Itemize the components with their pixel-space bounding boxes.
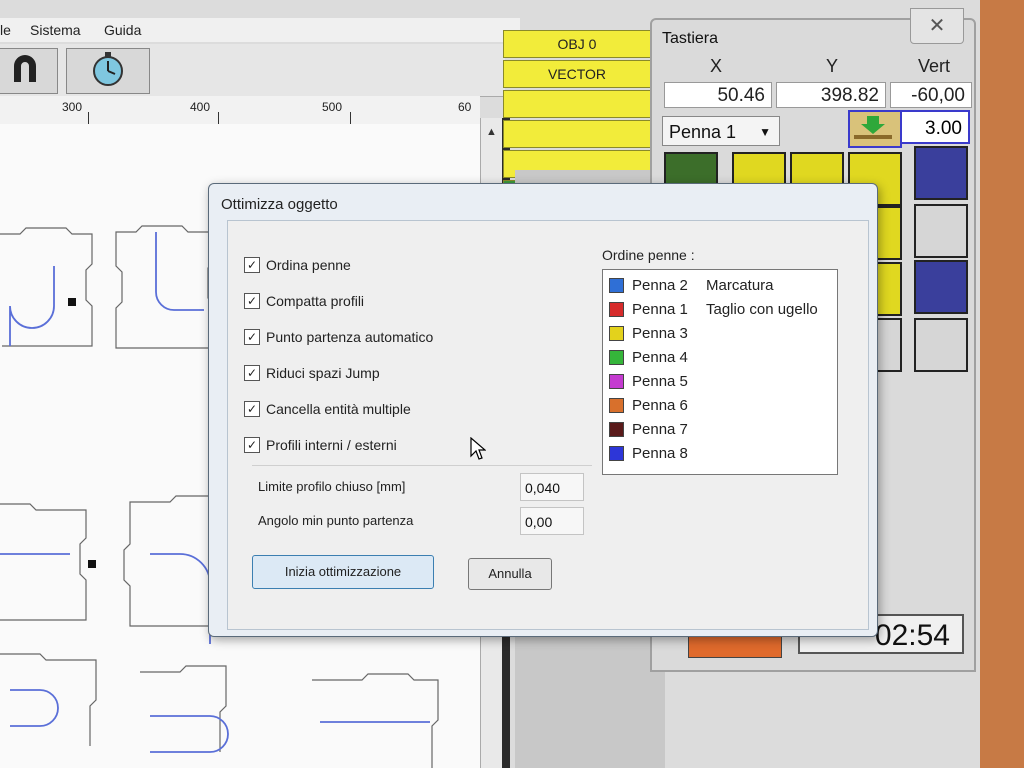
menu-bar: le Sistema Guida <box>0 18 520 42</box>
pen-name: Penna 5 <box>632 372 688 390</box>
pen-color-swatch <box>609 397 624 413</box>
ruler-label: 500 <box>322 100 343 114</box>
checkbox-checked-icon[interactable]: ✓ <box>244 401 260 417</box>
magnet-button[interactable] <box>0 48 58 94</box>
axis-label-vert: Vert <box>917 56 951 76</box>
mouse-cursor-icon <box>470 436 487 467</box>
pen-name: Penna 4 <box>632 348 688 366</box>
x-position-value: 50.46 <box>664 82 772 108</box>
laser-button[interactable] <box>914 318 968 372</box>
layer-item[interactable] <box>503 90 651 118</box>
dialog-body: ✓ Ordina penne ✓ Compatta profili ✓ Punt… <box>227 220 869 630</box>
zero-button[interactable] <box>914 204 968 258</box>
menu-item-sistema[interactable]: Sistema <box>30 22 81 38</box>
pen-name: Penna 7 <box>632 420 688 438</box>
pen-description: Marcatura <box>706 276 774 294</box>
separator <box>252 465 592 466</box>
pen-name: Penna 1 <box>632 300 688 318</box>
horizontal-ruler: 300 400 500 60 <box>0 96 480 125</box>
checkbox-checked-icon[interactable]: ✓ <box>244 329 260 345</box>
pen-color-swatch <box>609 373 624 389</box>
axis-label-y: Y <box>825 56 838 76</box>
checkbox-profili-interni[interactable]: ✓ Profili interni / esterni <box>244 437 397 453</box>
pens-order-title: Ordine penne : <box>602 247 695 263</box>
checkbox-riduci-spazi[interactable]: ✓ Riduci spazi Jump <box>244 365 380 381</box>
pen-color-swatch <box>609 421 624 437</box>
checkbox-label: Cancella entità multiple <box>266 401 411 417</box>
pen-name: Penna 6 <box>632 396 688 414</box>
pen-name: Penna 2 <box>632 276 688 294</box>
magnet-icon <box>8 52 42 91</box>
checkbox-ordina-penne[interactable]: ✓ Ordina penne <box>244 257 351 273</box>
checkbox-checked-icon[interactable]: ✓ <box>244 437 260 453</box>
pen-list-item[interactable]: Penna 5 <box>609 370 837 392</box>
application-window: le Sistema Guida 300 400 500 60 ▲ OBJ 0 … <box>0 0 980 768</box>
start-optimization-button[interactable]: Inizia ottimizzazione <box>252 555 434 589</box>
chevron-down-icon: ▼ <box>759 125 771 139</box>
pen-name: Penna 8 <box>632 444 688 462</box>
axis-label-x: X <box>709 56 722 76</box>
ruler-label: 300 <box>62 100 83 114</box>
pen-list-item[interactable]: Penna 2 Marcatura <box>609 274 837 296</box>
head-up-button[interactable] <box>914 260 968 314</box>
scroll-up-arrow-icon[interactable]: ▲ <box>486 126 497 138</box>
ruler-label: 60 <box>458 100 472 114</box>
stopwatch-icon <box>89 50 127 93</box>
pen-description: Taglio con ugello <box>706 300 818 318</box>
checkbox-checked-icon[interactable]: ✓ <box>244 257 260 273</box>
angolo-min-input[interactable]: 0,00 <box>520 507 584 535</box>
checkbox-compatta-profili[interactable]: ✓ Compatta profili <box>244 293 364 309</box>
pen-list-item[interactable]: Penna 8 <box>609 442 837 464</box>
limite-profilo-input[interactable]: 0,040 <box>520 473 584 501</box>
menu-item-file[interactable]: le <box>0 22 11 38</box>
layer-item[interactable]: OBJ 0 <box>503 30 651 58</box>
cancel-button[interactable]: Annulla <box>468 558 552 590</box>
timer-button[interactable] <box>66 48 150 94</box>
ruler-tick <box>350 112 351 124</box>
limite-profilo-label: Limite profilo chiuso [mm] <box>258 479 406 494</box>
pen-color-swatch <box>609 301 624 317</box>
pens-order-list[interactable]: Penna 2 Marcatura Penna 1 Taglio con uge… <box>602 269 838 475</box>
pen-select[interactable]: Penna 1 ▼ <box>662 116 780 146</box>
pen-color-swatch <box>609 445 624 461</box>
checkbox-punto-partenza[interactable]: ✓ Punto partenza automatico <box>244 329 433 345</box>
menu-item-guida[interactable]: Guida <box>104 22 141 38</box>
step-down-icon[interactable] <box>848 110 902 148</box>
checkbox-label: Profili interni / esterni <box>266 437 397 453</box>
ottimizza-oggetto-dialog: Ottimizza oggetto ✓ Ordina penne ✓ Compa… <box>208 183 878 637</box>
pen-list-item[interactable]: Penna 1 Taglio con ugello <box>609 298 837 320</box>
pen-color-swatch <box>609 349 624 365</box>
pen-list-item[interactable]: Penna 7 <box>609 418 837 440</box>
pen-list-item[interactable]: Penna 3 <box>609 322 837 344</box>
vert-position-value: -60,00 <box>890 82 972 108</box>
checkbox-cancella-entita[interactable]: ✓ Cancella entità multiple <box>244 401 411 417</box>
layer-item[interactable] <box>503 120 651 148</box>
pen-color-swatch <box>609 325 624 341</box>
pen-select-value: Penna 1 <box>669 122 737 142</box>
layer-item[interactable]: VECTOR <box>503 60 651 88</box>
checkbox-label: Riduci spazi Jump <box>266 365 380 381</box>
checkbox-checked-icon[interactable]: ✓ <box>244 365 260 381</box>
angolo-min-label: Angolo min punto partenza <box>258 513 414 528</box>
ruler-tick <box>88 112 89 124</box>
pen-list-item[interactable]: Penna 4 <box>609 346 837 368</box>
head-down-button[interactable] <box>914 146 968 200</box>
step-value-input[interactable]: 3.00 <box>900 110 970 144</box>
ruler-tick <box>218 112 219 124</box>
y-position-value: 398.82 <box>776 82 886 108</box>
toolbar <box>0 44 505 97</box>
checkbox-label: Compatta profili <box>266 293 365 309</box>
tastiera-title: Tastiera <box>662 30 719 47</box>
close-icon[interactable]: ✕ <box>910 8 964 44</box>
pen-list-item[interactable]: Penna 6 <box>609 394 837 416</box>
pen-name: Penna 3 <box>632 324 688 342</box>
checkbox-label: Ordina penne <box>266 257 351 273</box>
checkbox-label: Punto partenza automatico <box>266 329 434 345</box>
pen-color-swatch <box>609 277 624 293</box>
dialog-title: Ottimizza oggetto <box>221 196 338 213</box>
ruler-label: 400 <box>190 100 211 114</box>
checkbox-checked-icon[interactable]: ✓ <box>244 293 260 309</box>
